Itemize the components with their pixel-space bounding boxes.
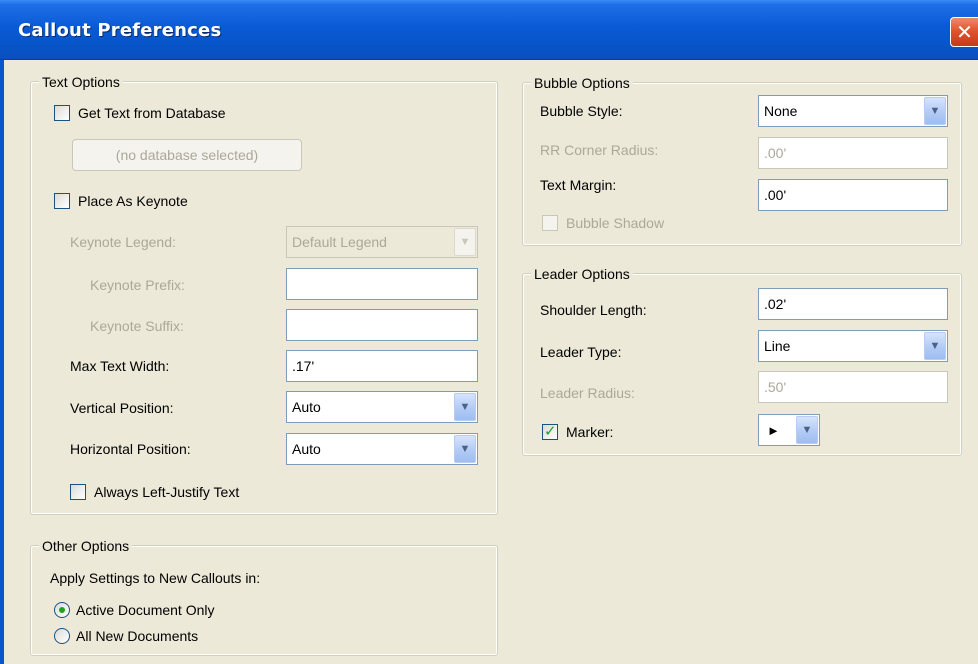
radio-selected-dot <box>59 607 65 613</box>
leader-radius-label: Leader Radius: <box>540 385 635 401</box>
text-options-legend: Text Options <box>39 73 123 91</box>
max-text-width-label: Max Text Width: <box>70 358 170 374</box>
active-document-only-radio[interactable] <box>54 602 70 618</box>
bubble-style-value: None <box>764 103 798 119</box>
always-left-justify-checkbox[interactable] <box>70 484 86 500</box>
all-new-documents-label[interactable]: All New Documents <box>76 627 198 645</box>
bubble-style-label: Bubble Style: <box>540 103 623 119</box>
keynote-suffix-label: Keynote Suffix: <box>90 318 184 334</box>
vertical-position-select[interactable]: Auto ▼ <box>286 391 478 423</box>
check-icon: ✓ <box>544 422 557 440</box>
text-margin-input[interactable]: .00' <box>758 179 948 211</box>
marker-checkbox[interactable]: ✓ <box>542 422 558 440</box>
bubble-options-legend: Bubble Options <box>531 74 633 92</box>
chevron-down-icon[interactable]: ▼ <box>924 332 946 360</box>
leader-type-select[interactable]: Line ▼ <box>758 330 948 362</box>
chevron-down-icon[interactable]: ▼ <box>796 416 818 444</box>
shoulder-length-input[interactable]: .02' <box>758 288 948 320</box>
place-as-keynote-label[interactable]: Place As Keynote <box>78 192 188 210</box>
keynote-prefix-label: Keynote Prefix: <box>90 277 185 293</box>
place-as-keynote-checkbox[interactable] <box>54 193 70 209</box>
marker-select[interactable]: ► ▼ <box>758 414 820 446</box>
horizontal-position-select[interactable]: Auto ▼ <box>286 433 478 465</box>
text-margin-label: Text Margin: <box>540 177 617 193</box>
bubble-style-select[interactable]: None ▼ <box>758 95 948 127</box>
chevron-down-icon[interactable]: ▼ <box>924 97 946 125</box>
keynote-legend-value: Default Legend <box>292 234 387 250</box>
always-left-justify-label[interactable]: Always Left-Justify Text <box>94 483 239 501</box>
leader-type-value: Line <box>764 338 791 354</box>
keynote-prefix-input[interactable] <box>286 268 478 300</box>
keynote-suffix-input[interactable] <box>286 309 478 341</box>
rr-corner-radius-input[interactable]: .00' <box>758 137 948 169</box>
get-text-from-database-checkbox[interactable] <box>54 105 70 121</box>
bubble-shadow-label[interactable]: Bubble Shadow <box>566 214 664 232</box>
leader-type-label: Leader Type: <box>540 344 622 360</box>
keynote-legend-select[interactable]: Default Legend ▼ <box>286 226 478 258</box>
rr-corner-radius-label: RR Corner Radius: <box>540 142 659 158</box>
apply-settings-label: Apply Settings to New Callouts in: <box>50 570 261 586</box>
chevron-down-icon[interactable]: ▼ <box>454 393 476 421</box>
horizontal-position-label: Horizontal Position: <box>70 441 191 457</box>
horizontal-position-value: Auto <box>292 441 321 457</box>
bubble-shadow-checkbox[interactable] <box>542 215 558 231</box>
window-title: Callout Preferences <box>18 20 222 41</box>
close-button[interactable]: ✕ <box>950 17 978 47</box>
marker-label[interactable]: Marker: <box>566 423 613 441</box>
database-select-button[interactable]: (no database selected) <box>72 139 302 171</box>
leader-options-legend: Leader Options <box>531 265 633 283</box>
close-icon: ✕ <box>956 20 973 44</box>
chevron-down-icon[interactable]: ▼ <box>454 435 476 463</box>
title-bar[interactable]: Callout Preferences ✕ <box>0 0 978 60</box>
other-options-legend: Other Options <box>39 537 133 555</box>
chevron-down-icon[interactable]: ▼ <box>454 228 476 256</box>
vertical-position-label: Vertical Position: <box>70 400 174 416</box>
marker-arrow-glyph: ► <box>767 423 780 438</box>
keynote-legend-label: Keynote Legend: <box>70 234 176 250</box>
active-document-only-label[interactable]: Active Document Only <box>76 601 215 619</box>
leader-radius-input[interactable]: .50' <box>758 371 948 403</box>
vertical-position-value: Auto <box>292 399 321 415</box>
max-text-width-input[interactable]: .17' <box>286 350 478 382</box>
get-text-from-database-label[interactable]: Get Text from Database <box>78 104 226 122</box>
shoulder-length-label: Shoulder Length: <box>540 302 647 318</box>
all-new-documents-radio[interactable] <box>54 628 70 644</box>
